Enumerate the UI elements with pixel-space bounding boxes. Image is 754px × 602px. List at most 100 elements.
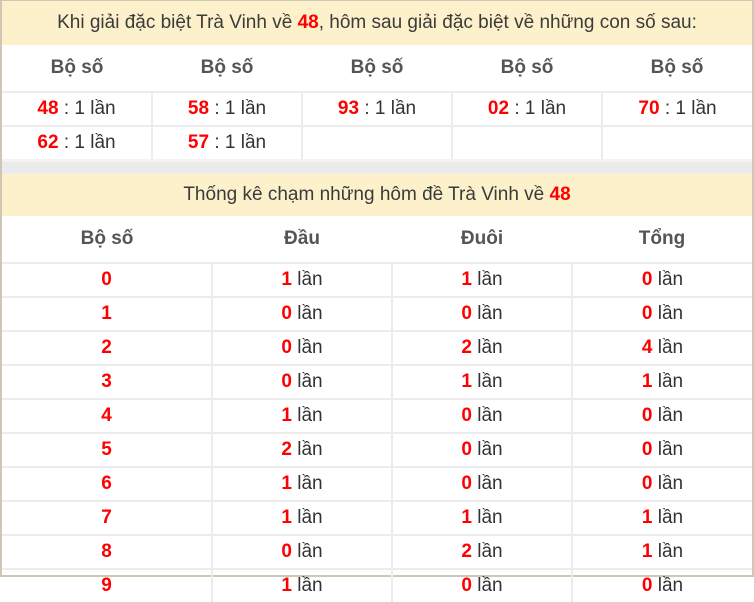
table-row: 52 lần 0 lần 0 lần — [2, 432, 752, 467]
tong-cell: 1 lần — [571, 534, 752, 569]
tong-cell: 0 lần — [571, 262, 752, 297]
table-row: 71 lần 1 lần 1 lần — [2, 500, 752, 535]
dau-cell: 0 lần — [211, 330, 392, 365]
tong-cell: 0 lần — [571, 296, 752, 331]
duoi-cell: 0 lần — [391, 466, 572, 501]
dau-count: 0 — [281, 371, 292, 392]
duoi-cell: 2 lần — [391, 534, 572, 569]
number-cell: 62 : 1 lần — [2, 125, 152, 159]
number-cell: 58 : 1 lần — [151, 91, 302, 126]
duoi-cell: 0 lần — [391, 398, 572, 433]
next-day-table: Bộ số Bộ số Bộ số Bộ số Bộ số 48 : 1 lần… — [2, 45, 752, 159]
count-text: : 1 lần — [209, 132, 267, 153]
unit-text: lần — [291, 337, 323, 358]
banner-prefix: Thống kê chạm những hôm đề Trà Vinh về — [183, 184, 550, 205]
digit-cell: 2 — [2, 330, 212, 365]
tong-count: 0 — [641, 269, 653, 290]
table-row: 48 : 1 lần 58 : 1 lần 93 : 1 lần 02 : 1 lần… — [2, 91, 752, 126]
dau-cell: 0 lần — [211, 534, 392, 569]
count-text: : 1 lần — [359, 98, 417, 119]
touch-stats-table: Bộ số Đầu Đuôi Tổng 01 lần 1 lần 0 lần 1 0 l… — [2, 216, 752, 602]
duoi-cell: 2 lần — [391, 330, 572, 365]
tong-cell: 0 lần — [571, 398, 752, 433]
unit-text: lần — [652, 439, 684, 460]
number-value: 48 — [37, 98, 59, 119]
number-value: 58 — [187, 98, 210, 119]
duoi-count: 0 — [461, 405, 472, 426]
column-header-tong: Tổng — [638, 228, 686, 249]
unit-text: lần — [471, 337, 503, 358]
count-text: : 1 lần — [209, 98, 267, 119]
unit-text: lần — [652, 507, 684, 528]
number-value: 70 — [638, 98, 660, 119]
unit-text: lần — [291, 541, 323, 562]
duoi-cell: 1 lần — [391, 500, 572, 535]
unit-text: lần — [291, 507, 323, 528]
section-divider — [2, 159, 752, 174]
count-text: : 1 lần — [58, 132, 116, 153]
tong-count: 1 — [641, 507, 653, 528]
column-header-duoi: Đuôi — [460, 228, 504, 249]
tong-cell: 0 lần — [571, 568, 752, 602]
touch-stats-banner: Thống kê chạm những hôm đề Trà Vinh về 4… — [2, 174, 752, 216]
digit-cell: 5 — [2, 432, 212, 467]
duoi-count: 0 — [461, 575, 472, 596]
dau-count: 1 — [281, 269, 292, 290]
tong-cell: 0 lần — [571, 432, 752, 467]
count-text: : 1 lần — [58, 98, 116, 119]
tong-count: 1 — [641, 541, 653, 562]
unit-text: lần — [471, 269, 503, 290]
duoi-count: 0 — [461, 303, 472, 324]
unit-text: lần — [652, 541, 684, 562]
tong-cell: 1 lần — [571, 364, 752, 399]
number-value: 02 — [487, 98, 510, 119]
column-header-bo-so: Bộ số — [80, 228, 134, 249]
tong-cell: 1 lần — [571, 500, 752, 535]
dau-count: 1 — [281, 405, 292, 426]
duoi-cell: 0 lần — [391, 568, 572, 602]
table-header-row: Bộ số Bộ số Bộ số Bộ số Bộ số — [2, 45, 752, 92]
table-row: 62 : 1 lần 57 : 1 lần — [2, 125, 752, 159]
dau-count: 1 — [281, 473, 292, 494]
dau-cell: 0 lần — [211, 296, 392, 331]
column-header: Bộ số — [50, 57, 104, 78]
tong-count: 1 — [641, 371, 653, 392]
dau-count: 0 — [281, 337, 292, 358]
duoi-cell: 0 lần — [391, 296, 572, 331]
tong-count: 0 — [641, 303, 653, 324]
table-row: 61 lần 0 lần 0 lần — [2, 466, 752, 501]
unit-text: lần — [291, 575, 323, 596]
stats-container: Khi giải đặc biệt Trà Vinh về 48, hôm sa… — [0, 0, 754, 602]
digit-cell: 8 — [2, 534, 212, 569]
digit-cell: 0 — [2, 262, 212, 297]
number-value: 62 — [37, 132, 59, 153]
duoi-count: 2 — [461, 337, 472, 358]
digit-value: 3 — [101, 371, 112, 392]
unit-text: lần — [652, 371, 684, 392]
number-value: 57 — [187, 132, 210, 153]
count-text: : 1 lần — [509, 98, 567, 119]
unit-text: lần — [291, 405, 323, 426]
dau-cell: 1 lần — [211, 262, 392, 297]
tong-count: 0 — [641, 405, 653, 426]
duoi-cell: 1 lần — [391, 262, 572, 297]
duoi-count: 0 — [461, 439, 472, 460]
digit-cell: 1 — [2, 296, 212, 331]
tong-cell: 0 lần — [571, 466, 752, 501]
duoi-count: 2 — [461, 541, 472, 562]
banner-prefix: Khi giải đặc biệt Trà Vinh về — [57, 12, 298, 33]
number-cell: 02 : 1 lần — [451, 91, 602, 126]
digit-value: 1 — [101, 303, 112, 324]
digit-value: 8 — [101, 541, 112, 562]
tong-count: 0 — [641, 575, 653, 596]
unit-text: lần — [291, 439, 323, 460]
unit-text: lần — [652, 473, 684, 494]
digit-value: 7 — [101, 507, 112, 528]
unit-text: lần — [471, 507, 503, 528]
tong-cell: 4 lần — [571, 330, 752, 365]
digit-value: 2 — [101, 337, 112, 358]
unit-text: lần — [471, 439, 503, 460]
dau-cell: 2 lần — [211, 432, 392, 467]
column-header-dau: Đầu — [284, 228, 320, 249]
dau-count: 1 — [281, 507, 292, 528]
